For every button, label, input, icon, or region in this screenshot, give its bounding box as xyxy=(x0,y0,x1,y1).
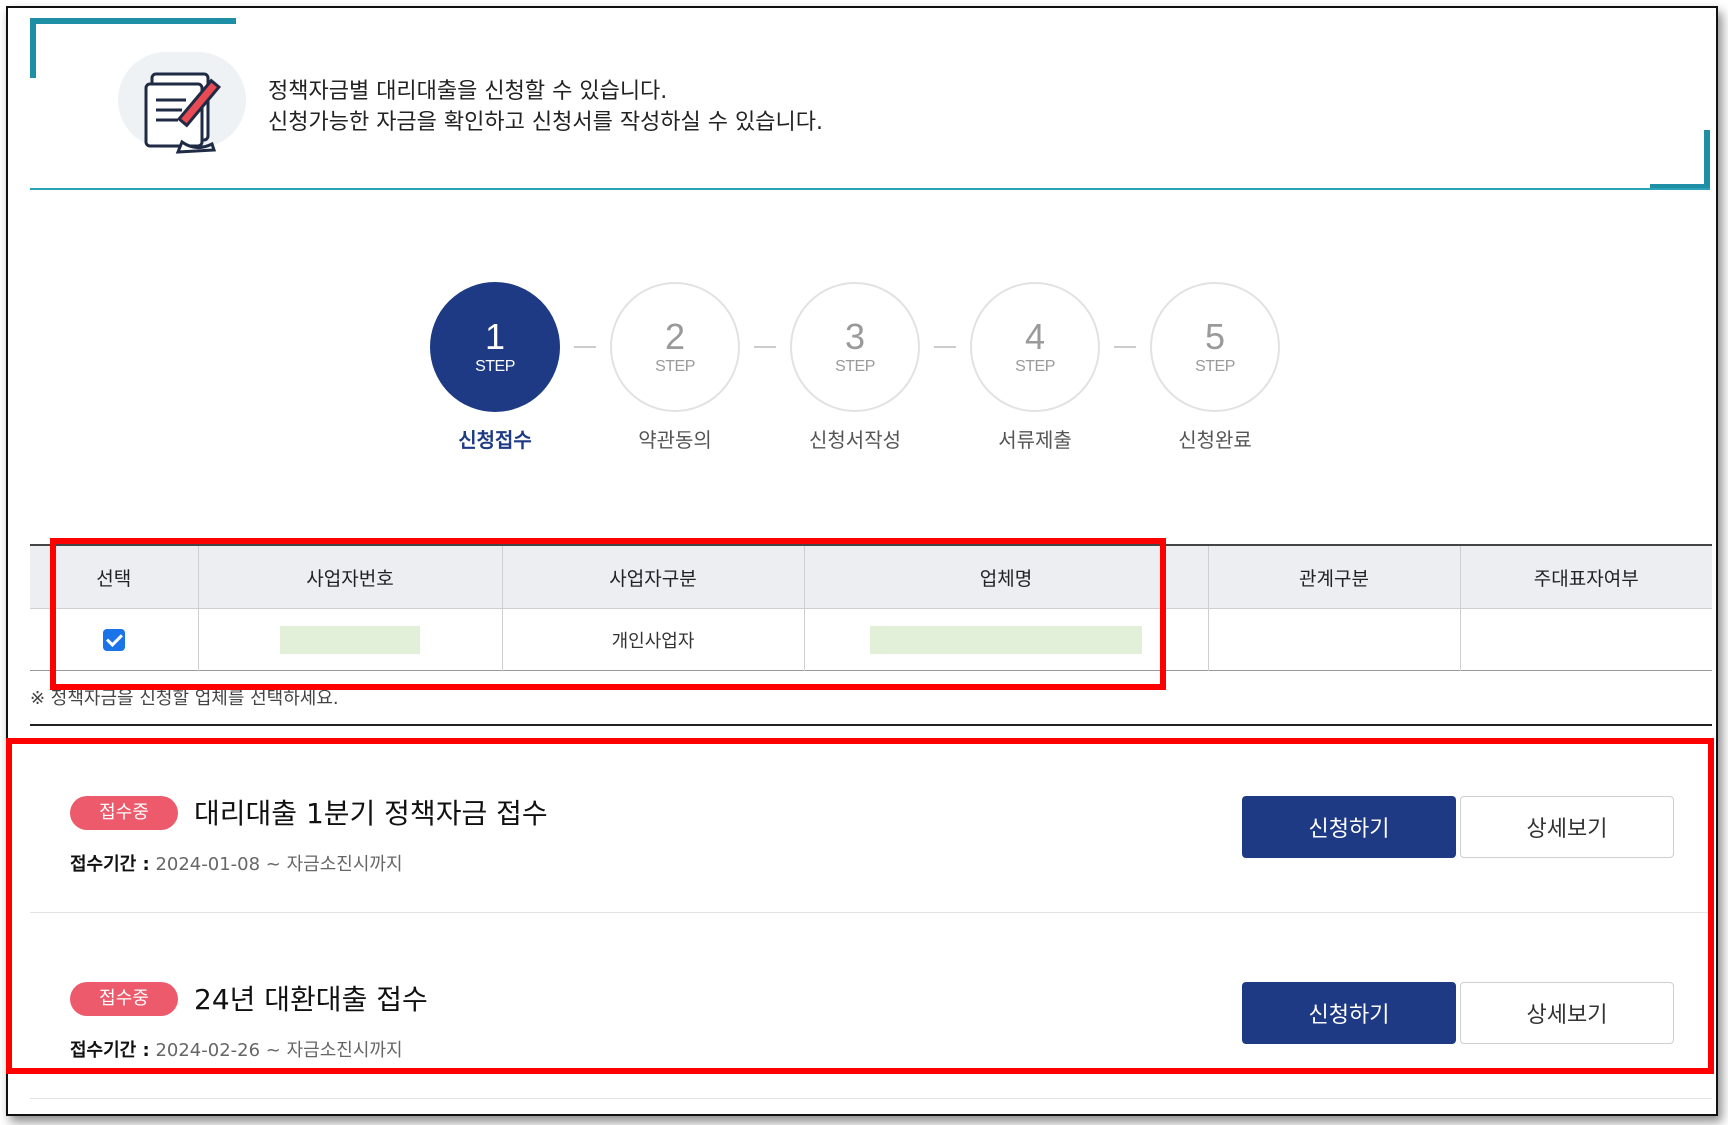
step-2-name: 약관동의 xyxy=(638,428,712,452)
item-divider xyxy=(30,1098,1712,1099)
company-name-cell xyxy=(803,608,1208,671)
status-badge: 접수중 xyxy=(70,796,178,830)
step-4-name: 서류제출 xyxy=(998,428,1072,452)
step-5-label: STEP xyxy=(1195,358,1235,375)
banner-line-1: 정책자금별 대리대출을 신청할 수 있습니다. xyxy=(268,79,668,104)
step-1: 1 STEP 신청접수 xyxy=(428,282,562,453)
step-4: 4 STEP 서류제출 xyxy=(968,282,1102,453)
banner-corner-bottom-right xyxy=(1650,130,1710,190)
banner-line-2: 신청가능한 자금을 확인하고 신청서를 작성하실 수 있습니다. xyxy=(268,110,823,135)
biz-type-cell: 개인사업자 xyxy=(501,608,804,671)
select-note: ※ 정책자금을 신청할 업체를 선택하세요. xyxy=(30,688,339,709)
apply-button[interactable]: 신청하기 xyxy=(1242,796,1456,858)
step-4-number: 4 xyxy=(1024,316,1046,357)
select-cell xyxy=(30,609,198,671)
relation-cell xyxy=(1207,608,1460,671)
step-5-number: 5 xyxy=(1204,316,1226,357)
step-connector xyxy=(1114,346,1136,348)
fund-title: 대리대출 1분기 정책자금 접수 xyxy=(194,797,548,830)
fund-title: 24년 대환대출 접수 xyxy=(194,983,428,1016)
header-main-rep: 주대표자여부 xyxy=(1459,545,1712,609)
step-5: 5 STEP 신청완료 xyxy=(1148,282,1282,453)
header-relation: 관계구분 xyxy=(1207,545,1460,609)
document-pen-icon xyxy=(144,72,222,154)
header-company-name: 업체명 xyxy=(803,545,1208,609)
step-1-label: STEP xyxy=(475,358,515,375)
period-value: 2024-01-08 ~ 자금소진시까지 xyxy=(155,854,403,875)
step-connector xyxy=(574,346,596,348)
banner-text: 정책자금별 대리대출을 신청할 수 있습니다. 신청가능한 자금을 확인하고 신… xyxy=(268,76,823,138)
period-label: 접수기간 : xyxy=(70,854,150,875)
item-divider xyxy=(30,912,1712,913)
period-label: 접수기간 : xyxy=(70,1040,150,1061)
step-3-circle: 3 STEP xyxy=(790,282,920,412)
step-connector xyxy=(934,346,956,348)
header-select: 선택 xyxy=(30,545,198,609)
step-2-label: STEP xyxy=(655,358,695,375)
step-4-circle: 4 STEP xyxy=(970,282,1100,412)
info-banner: 정책자금별 대리대출을 신청할 수 있습니다. 신청가능한 자금을 확인하고 신… xyxy=(30,18,1710,190)
step-connector xyxy=(754,346,776,348)
step-4-label: STEP xyxy=(1015,358,1055,375)
step-3: 3 STEP 신청서작성 xyxy=(788,282,922,453)
select-checkbox[interactable] xyxy=(102,628,125,651)
table-header-row: 선택 사업자번호 사업자구분 업체명 관계구분 주대표자여부 xyxy=(30,545,1712,609)
section-divider xyxy=(30,724,1712,726)
banner-divider xyxy=(30,188,1710,190)
step-1-circle: 1 STEP xyxy=(430,282,560,412)
fund-item: 접수중 24년 대환대출 접수 접수기간 : 2024-02-26 ~ 자금소진… xyxy=(30,926,1712,1106)
apply-button[interactable]: 신청하기 xyxy=(1242,982,1456,1044)
step-indicator: 1 STEP 신청접수 2 STEP 약관동의 3 STEP 신청서작성 4 S… xyxy=(428,282,1288,462)
table-row: 개인사업자 xyxy=(30,608,1712,671)
biz-number-cell xyxy=(197,608,502,671)
redacted-biz-number xyxy=(280,625,420,654)
step-5-circle: 5 STEP xyxy=(1150,282,1280,412)
fund-period: 접수기간 : 2024-02-26 ~ 자금소진시까지 xyxy=(70,1036,403,1062)
company-table: 선택 사업자번호 사업자구분 업체명 관계구분 주대표자여부 개인사업자 xyxy=(30,544,1712,671)
header-biz-type: 사업자구분 xyxy=(501,545,804,609)
step-3-number: 3 xyxy=(844,316,866,357)
step-1-name: 신청접수 xyxy=(458,428,532,452)
status-badge: 접수중 xyxy=(70,982,178,1016)
step-5-name: 신청완료 xyxy=(1178,428,1252,452)
step-2-circle: 2 STEP xyxy=(610,282,740,412)
step-3-label: STEP xyxy=(835,358,875,375)
step-1-number: 1 xyxy=(484,316,506,357)
fund-item: 접수중 대리대출 1분기 정책자금 접수 접수기간 : 2024-01-08 ~… xyxy=(30,740,1712,920)
step-2-number: 2 xyxy=(664,316,686,357)
detail-button[interactable]: 상세보기 xyxy=(1460,982,1674,1044)
detail-button[interactable]: 상세보기 xyxy=(1460,796,1674,858)
period-value: 2024-02-26 ~ 자금소진시까지 xyxy=(155,1040,403,1061)
step-3-name: 신청서작성 xyxy=(809,428,901,452)
main-rep-cell xyxy=(1459,608,1712,671)
redacted-company-name xyxy=(870,625,1142,654)
header-biz-number: 사업자번호 xyxy=(197,545,502,609)
step-2: 2 STEP 약관동의 xyxy=(608,282,742,453)
fund-period: 접수기간 : 2024-01-08 ~ 자금소진시까지 xyxy=(70,850,403,876)
